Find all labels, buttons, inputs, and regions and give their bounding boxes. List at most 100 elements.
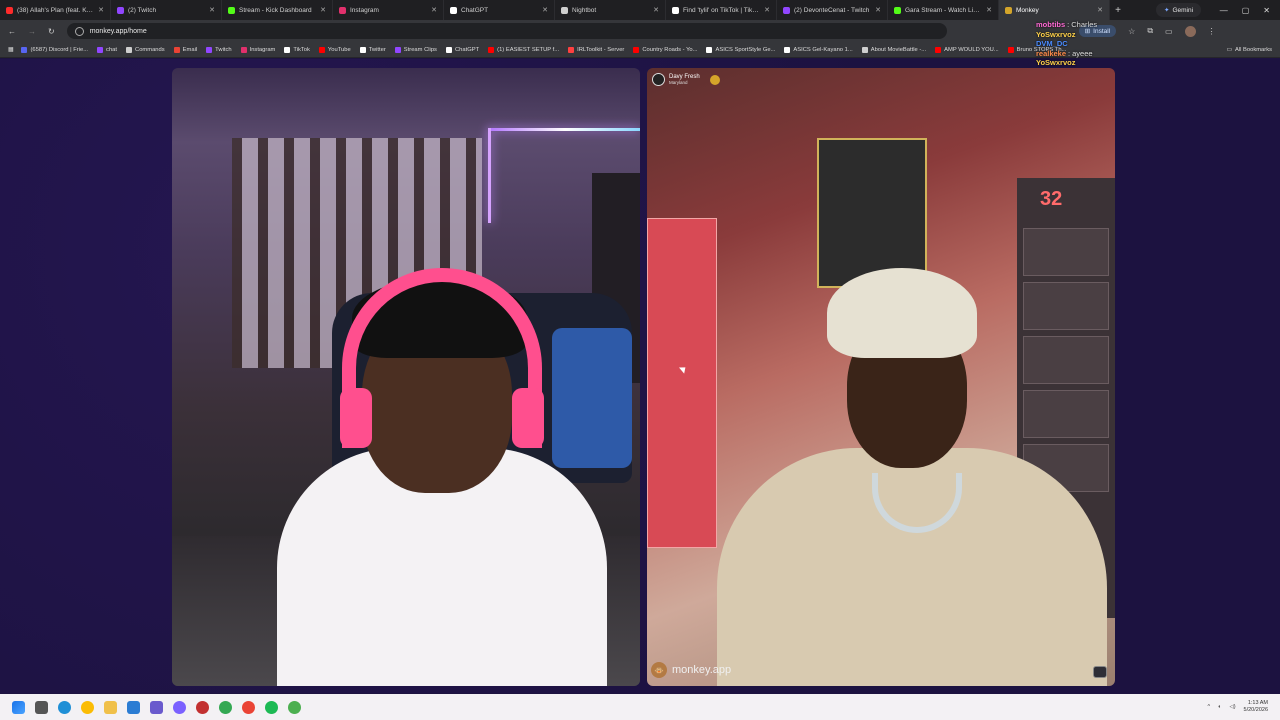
site-info-icon[interactable] xyxy=(74,26,84,36)
tab-close-icon[interactable]: ✕ xyxy=(98,6,104,14)
apps-grid-icon[interactable]: ▦ xyxy=(8,47,13,53)
browser-tab[interactable]: Monkey ✕ xyxy=(999,0,1110,20)
bookmark-item[interactable]: (1) EASIEST SETUP f... xyxy=(488,46,559,53)
maximize-icon[interactable]: ▢ xyxy=(1242,6,1250,15)
bookmark-item[interactable]: ChatGPT xyxy=(445,46,479,53)
app-grid-icon[interactable] xyxy=(150,700,163,714)
bookmark-item[interactable]: Commands xyxy=(126,46,165,53)
tab-close-icon[interactable]: ✕ xyxy=(875,6,881,14)
opera-icon[interactable] xyxy=(242,700,255,714)
bookmark-item[interactable]: Instagram xyxy=(240,46,275,53)
bookmark-item[interactable]: Twitch xyxy=(206,46,232,53)
bookmark-list: (6587) Discord | Frie... chat Commands Emai… xyxy=(21,46,1066,53)
sneaker-box xyxy=(1023,336,1109,384)
profile-avatar[interactable] xyxy=(1184,25,1196,37)
extensions-icon[interactable]: ⧉ xyxy=(1147,26,1153,36)
bookmark-item[interactable]: YouTube xyxy=(318,46,351,53)
tab-close-icon[interactable]: ✕ xyxy=(320,6,326,14)
bookmark-favicon-icon xyxy=(445,46,452,53)
url-field[interactable]: monkey.app/home xyxy=(66,23,947,39)
tab-title: Monkey xyxy=(1016,6,1039,14)
browser-tab[interactable]: (2) DevonteCenat - Twitch ✕ xyxy=(777,0,888,20)
bookmark-item[interactable]: (6587) Discord | Frie... xyxy=(21,46,88,53)
bookmark-favicon-icon xyxy=(173,46,180,53)
tray-overflow-icon[interactable]: ^ xyxy=(1208,704,1211,710)
browser-tab[interactable]: Nightbot ✕ xyxy=(555,0,666,20)
chat-username[interactable]: YoSwxrvoz xyxy=(1036,30,1075,40)
chat-username[interactable]: mobtibs xyxy=(1036,20,1065,30)
arcade-cabinet xyxy=(817,138,927,288)
bookmark-item[interactable]: Stream Clips xyxy=(394,46,437,53)
folder-icon: ▭ xyxy=(1226,46,1232,53)
bookmark-label: IRLToolkit - Server xyxy=(577,46,625,53)
clock[interactable]: 1:13 AM 5/20/2026 xyxy=(1244,700,1268,714)
chat-text: ayeee xyxy=(1072,48,1093,58)
bookmark-favicon-icon xyxy=(318,46,325,53)
reload-icon[interactable]: ↻ xyxy=(48,27,55,36)
bookmark-star-icon[interactable]: ☆ xyxy=(1128,27,1135,36)
tab-close-icon[interactable]: ✕ xyxy=(542,6,548,14)
obs-icon[interactable] xyxy=(196,700,209,714)
remote-user-profile[interactable]: Davy Fresh Maryland xyxy=(652,73,720,86)
bookmark-item[interactable]: Twitter xyxy=(359,46,386,53)
bookmark-item[interactable]: chat xyxy=(97,46,117,53)
tab-title: (38) Allah's Plan (feat. Kanye xyxy=(17,6,95,14)
tab-close-icon[interactable]: ✕ xyxy=(986,6,992,14)
bookmark-item[interactable]: Email xyxy=(173,46,197,53)
bookmark-item[interactable]: IRLToolkit - Server xyxy=(568,46,625,53)
bookmark-item[interactable]: Country Roads - Yo... xyxy=(633,46,697,53)
close-icon[interactable]: ✕ xyxy=(1263,6,1270,15)
bookmark-favicon-icon xyxy=(861,46,868,53)
active-chrome-icon[interactable] xyxy=(288,700,301,714)
tab-close-icon[interactable]: ✕ xyxy=(209,6,215,14)
bookmark-item[interactable]: ASICS SportStyle Ge... xyxy=(706,46,775,53)
minimize-icon[interactable]: — xyxy=(1220,6,1228,15)
remote-user-avatar[interactable] xyxy=(652,73,665,86)
browser-tab[interactable]: Stream - Kick Dashboard ✕ xyxy=(222,0,333,20)
bookmark-label: Twitch xyxy=(215,46,232,53)
tab-close-icon[interactable]: ✕ xyxy=(431,6,437,14)
browser-tab[interactable]: ChatGPT ✕ xyxy=(444,0,555,20)
browser-tab[interactable]: (2) Twitch ✕ xyxy=(111,0,222,20)
all-bookmarks-button[interactable]: ▭ All Bookmarks xyxy=(1226,47,1272,53)
remote-user-name: Davy Fresh xyxy=(669,73,700,80)
tab-favicon-icon xyxy=(672,6,679,14)
volume-icon[interactable]: ◁) xyxy=(1229,704,1235,710)
back-icon[interactable]: ← xyxy=(8,27,16,36)
bookmark-item[interactable]: About MovieBattle -... xyxy=(861,46,926,53)
tab-close-icon[interactable]: ✕ xyxy=(764,6,770,14)
edge-icon[interactable] xyxy=(58,700,71,714)
chrome-profile-icon[interactable] xyxy=(219,700,232,714)
all-bookmarks-label: All Bookmarks xyxy=(1234,46,1272,53)
tab-title: Instagram xyxy=(350,6,379,14)
bookmark-favicon-icon xyxy=(935,46,942,53)
camera-toggle-icon[interactable] xyxy=(1093,666,1107,678)
bookmark-favicon-icon xyxy=(126,46,133,53)
bookmark-label: Stream Clips xyxy=(403,46,437,53)
bookmark-item[interactable]: TikTok xyxy=(284,46,310,53)
network-icon[interactable]: ◐ xyxy=(1218,704,1221,710)
spotify-icon[interactable] xyxy=(265,700,278,714)
task-view-icon[interactable] xyxy=(35,700,48,714)
store-icon[interactable] xyxy=(127,700,140,714)
browser-tab[interactable]: (38) Allah's Plan (feat. Kanye ✕ xyxy=(0,0,111,20)
chat-username[interactable]: YoSwxrvoz xyxy=(1036,58,1075,68)
menu-icon[interactable]: ⋮ xyxy=(1208,27,1216,36)
windows-start-icon[interactable] xyxy=(12,700,25,714)
forward-icon[interactable]: → xyxy=(28,27,36,36)
browser-tab[interactable]: Instagram ✕ xyxy=(333,0,444,20)
gemini-button[interactable]: ✦ Gemini xyxy=(1156,3,1202,17)
file-explorer-icon[interactable] xyxy=(104,700,117,714)
tab-close-icon[interactable]: ✕ xyxy=(1097,6,1103,14)
browser-tab[interactable]: Gara Stream - Watch Live on ✕ xyxy=(888,0,999,20)
bookmark-item[interactable]: ASICS Gel-Kayano 1... xyxy=(784,46,853,53)
sidebar-icon[interactable]: ▭ xyxy=(1165,27,1173,36)
twitch-app-icon[interactable] xyxy=(173,700,186,714)
tab-close-icon[interactable]: ✕ xyxy=(653,6,659,14)
chat-username[interactable]: DVM_DC xyxy=(1036,39,1068,49)
browser-tab[interactable]: Find 'tylil' on TikTok | TikTok ✕ xyxy=(666,0,777,20)
chrome-icon[interactable] xyxy=(81,700,94,714)
bookmark-item[interactable]: AMP WOULD YOU... xyxy=(935,46,999,53)
chat-username[interactable]: realkeke xyxy=(1036,49,1066,59)
new-tab-button[interactable]: + xyxy=(1110,5,1126,16)
